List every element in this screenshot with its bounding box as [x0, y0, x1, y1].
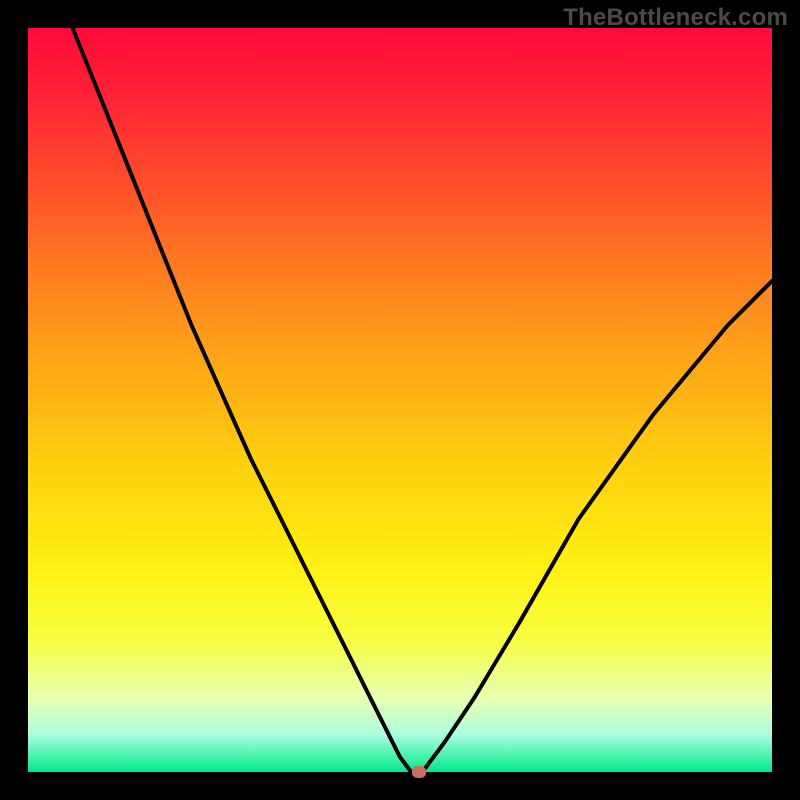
plot-area	[28, 28, 772, 772]
watermark-text: TheBottleneck.com	[563, 4, 788, 32]
chart-frame: TheBottleneck.com	[0, 0, 800, 800]
optimal-point-marker	[412, 766, 426, 778]
bottleneck-curve	[28, 28, 772, 772]
